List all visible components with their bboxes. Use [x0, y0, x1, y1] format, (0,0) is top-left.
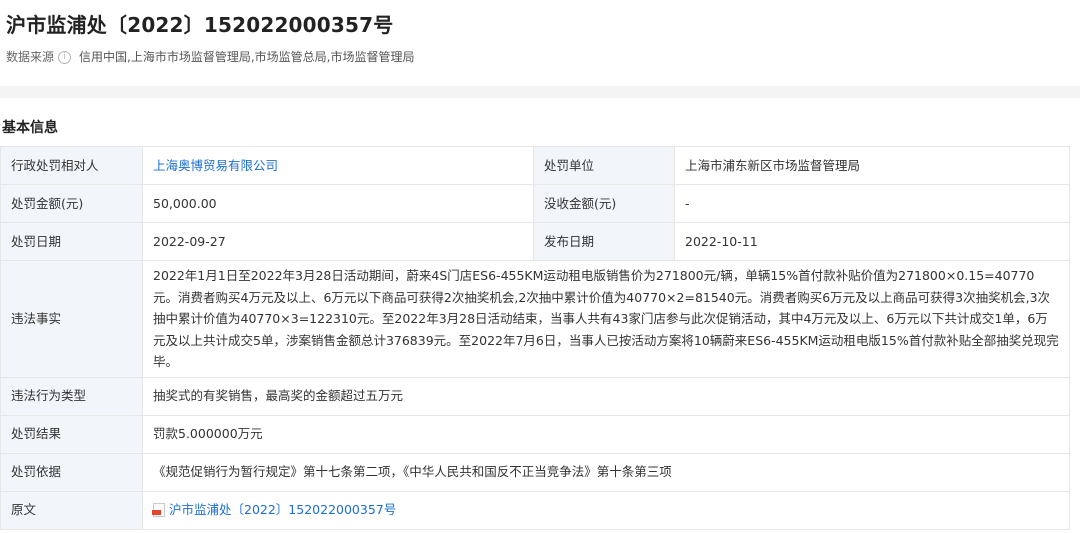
table-row: 处罚结果 罚款5.000000万元 — [0, 414, 1070, 454]
date-value: 2022-09-27 — [142, 222, 534, 261]
table-row: 处罚金额(元) 50,000.00 没收金额(元) - — [0, 184, 1070, 223]
original-document-label: 沪市监浦处〔2022〕152022000357号 — [169, 502, 397, 517]
table-row: 违法行为类型 抽奖式的有奖销售，最高奖的金额超过五万元 — [0, 376, 1070, 416]
data-source-label: 数据来源 — [6, 50, 55, 64]
amount-value: 50,000.00 — [142, 184, 534, 223]
table-row: 处罚依据 《规范促销行为暂行规定》第十七条第二项，《中华人民共和国反不正当竞争法… — [0, 452, 1070, 492]
basis-value: 《规范促销行为暂行规定》第十七条第二项，《中华人民共和国反不正当竞争法》第十条第… — [142, 452, 1070, 492]
basis-label: 处罚依据 — [0, 452, 143, 492]
table-row: 行政处罚相对人 上海奥博贸易有限公司 处罚单位 上海市浦东新区市场监督管理局 — [0, 146, 1070, 185]
data-source-line: 数据来源 i 信用中国,上海市市场监督管理局,市场监管总局,市场监督管理局 — [6, 48, 1074, 66]
page-title: 沪市监浦处〔2022〕152022000357号 — [6, 13, 394, 37]
table-row: 违法事实 2022年1月1日至2022年3月28日活动期间，蔚来4S门店ES6-… — [0, 260, 1070, 378]
facts-label: 违法事实 — [0, 260, 143, 378]
page-header: 沪市监浦处〔2022〕152022000357号 数据来源 i 信用中国,上海市… — [0, 0, 1080, 86]
original-label: 原文 — [0, 490, 143, 530]
violation-type-label: 违法行为类型 — [0, 376, 143, 416]
party-cell: 上海奥博贸易有限公司 — [142, 146, 534, 185]
result-value: 罚款5.000000万元 — [142, 414, 1070, 454]
section-divider — [0, 86, 1080, 98]
section-title: 基本信息 — [2, 120, 58, 136]
facts-value: 2022年1月1日至2022年3月28日活动期间，蔚来4S门店ES6-455KM… — [142, 260, 1070, 378]
pdf-icon — [152, 503, 165, 517]
data-source-value: 信用中国,上海市市场监督管理局,市场监管总局,市场监督管理局 — [79, 50, 415, 64]
publish-date-value: 2022-10-11 — [674, 222, 1070, 261]
original-document-link[interactable]: 沪市监浦处〔2022〕152022000357号 — [152, 500, 1059, 520]
table-row: 原文 沪市监浦处〔2022〕152022000357号 — [0, 490, 1070, 530]
violation-type-value: 抽奖式的有奖销售，最高奖的金额超过五万元 — [142, 376, 1070, 416]
unit-label: 处罚单位 — [533, 146, 675, 185]
party-label: 行政处罚相对人 — [0, 146, 143, 185]
publish-date-label: 发布日期 — [533, 222, 675, 261]
info-icon[interactable]: i — [58, 50, 72, 64]
amount-label: 处罚金额(元) — [0, 184, 143, 223]
confiscation-value: - — [674, 184, 1070, 223]
basic-info-table: 行政处罚相对人 上海奥博贸易有限公司 处罚单位 上海市浦东新区市场监督管理局 处… — [0, 146, 1070, 530]
party-link[interactable]: 上海奥博贸易有限公司 — [153, 158, 278, 173]
table-row: 处罚日期 2022-09-27 发布日期 2022-10-11 — [0, 222, 1070, 261]
result-label: 处罚结果 — [0, 414, 143, 454]
date-label: 处罚日期 — [0, 222, 143, 261]
confiscation-label: 没收金额(元) — [533, 184, 675, 223]
original-cell: 沪市监浦处〔2022〕152022000357号 — [142, 490, 1070, 530]
unit-value: 上海市浦东新区市场监督管理局 — [674, 146, 1070, 185]
